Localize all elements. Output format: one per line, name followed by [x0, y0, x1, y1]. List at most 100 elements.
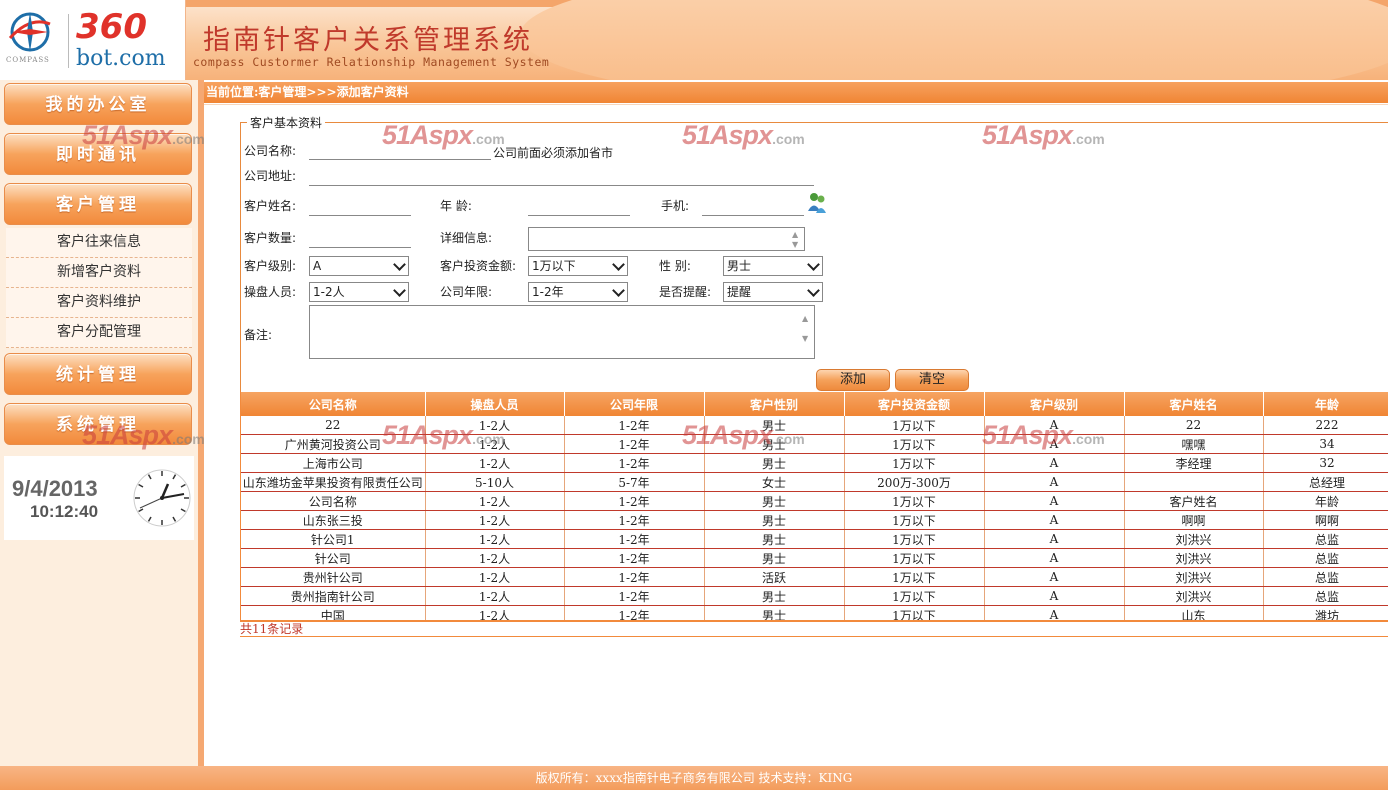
clear-button[interactable]: 清空	[895, 369, 969, 391]
table-body: 22 1-2人 1-2年 男士 1万以下 A 22 222 广州黄河投资公司 1-2人 1-2年 男士…	[241, 416, 1388, 620]
table-row[interactable]: 公司名称 1-2人 1-2年 男士 1万以下 A 客户姓名 年龄	[241, 491, 1388, 511]
table-cell: 1万以下	[844, 567, 985, 587]
table-cell: 1-2人	[425, 567, 565, 587]
column-header: 年龄	[1263, 392, 1388, 416]
column-header: 公司年限	[564, 392, 705, 416]
table-cell: 贵州指南针公司	[241, 586, 426, 606]
table-row[interactable]: 贵州指南针公司 1-2人 1-2年 男士 1万以下 A 刘洪兴 总监	[241, 586, 1388, 606]
table-cell: 1-2人	[425, 510, 565, 530]
remind-select[interactable]: 提醒	[723, 282, 823, 302]
table-row[interactable]: 针公司1 1-2人 1-2年 男士 1万以下 A 刘洪兴 总监	[241, 529, 1388, 549]
customer-submenu: 客户往来信息 新增客户资料 客户资料维护 客户分配管理	[6, 228, 192, 348]
table-row[interactable]: 山东潍坊金苹果投资有限责任公司 5-10人 5-7年 女士 200万-300万 A 总经理	[241, 472, 1388, 492]
column-header: 操盘人员	[425, 392, 565, 416]
logo-domain: bot.com	[76, 46, 166, 71]
table-cell: A	[984, 529, 1125, 549]
table-cell: 女士	[704, 472, 845, 492]
customer-grid: 公司名称 操盘人员 公司年限 客户性别 客户投资金额 客户级别 客户姓名 年龄 22 1-2人 1…	[241, 392, 1388, 620]
table-cell: 男士	[704, 434, 845, 454]
table-cell: 总监	[1263, 529, 1388, 549]
table-cell: A	[984, 472, 1125, 492]
menu-instant-messaging[interactable]: 即时通讯	[4, 133, 192, 175]
table-cell: 1-2人	[425, 491, 565, 511]
table-row[interactable]: 22 1-2人 1-2年 男士 1万以下 A 22 222	[241, 416, 1388, 435]
menu-system[interactable]: 系统管理	[4, 403, 192, 445]
table-cell: 广州黄河投资公司	[241, 434, 426, 454]
remark-label: 备注:	[244, 328, 273, 342]
age-input[interactable]	[528, 199, 630, 216]
table-row[interactable]: 贵州针公司 1-2人 1-2年 活跃 1万以下 A 刘洪兴 总监	[241, 567, 1388, 587]
investment-select-value: 1万以下	[532, 259, 576, 273]
company-name-input[interactable]	[309, 143, 491, 160]
detail-textarea[interactable]: ▲ ▼	[528, 227, 805, 251]
table-cell: 1万以下	[844, 586, 985, 606]
submenu-customer-maintenance[interactable]: 客户资料维护	[6, 288, 192, 318]
customer-count-input[interactable]	[309, 231, 411, 248]
table-cell: 客户姓名	[1124, 491, 1264, 511]
footer: 版权所有：xxxx指南针电子商务有限公司 技术支持：KING	[0, 766, 1388, 790]
sidebar: 我的办公室 即时通讯 客户管理 客户往来信息 新增客户资料 客户资料维护 客户分…	[0, 80, 204, 766]
customer-name-label: 客户姓名:	[244, 199, 297, 213]
table-cell: 上海市公司	[241, 453, 426, 473]
table-cell: 1-2年	[564, 529, 705, 549]
company-address-input[interactable]	[309, 169, 814, 186]
table-cell: A	[984, 567, 1125, 587]
investment-select[interactable]: 1万以下	[528, 256, 628, 276]
clock-date: 9/4/2013	[12, 476, 98, 501]
phone-input[interactable]	[702, 199, 804, 216]
company-name-label: 公司名称:	[244, 144, 297, 158]
compass-logo-icon	[8, 12, 51, 52]
logo: COMPASS 360 bot.com	[0, 0, 186, 80]
submenu-customer-contacts[interactable]: 客户往来信息	[6, 228, 192, 258]
table-row[interactable]: 广州黄河投资公司 1-2人 1-2年 男士 1万以下 A 嘿嘿 34	[241, 434, 1388, 454]
table-cell: 1万以下	[844, 605, 985, 620]
menu-customer-management[interactable]: 客户管理	[4, 183, 192, 225]
menu-my-office[interactable]: 我的办公室	[4, 83, 192, 125]
add-button[interactable]: 添加	[816, 369, 890, 391]
gender-select[interactable]: 男士	[723, 256, 823, 276]
table-row[interactable]: 针公司 1-2人 1-2年 男士 1万以下 A 刘洪兴 总监	[241, 548, 1388, 568]
submenu-add-customer[interactable]: 新增客户资料	[6, 258, 192, 288]
header-curve-decoration	[520, 0, 1388, 80]
level-select[interactable]: A	[309, 256, 409, 276]
record-count: 共11条记录	[240, 622, 304, 636]
table-cell: 男士	[704, 416, 845, 435]
level-select-value: A	[313, 259, 322, 273]
table-cell: 公司名称	[241, 491, 426, 511]
table-row[interactable]: 山东张三投 1-2人 1-2年 男士 1万以下 A 啊啊 啊啊	[241, 510, 1388, 530]
customer-basic-form: 客户基本资料 公司名称: 公司前面必须添加省市 公司地址: 客户姓名: 年 龄:…	[240, 114, 1388, 394]
table-cell: 1万以下	[844, 453, 985, 473]
table-cell: A	[984, 491, 1125, 511]
remark-textarea[interactable]: ▲ ▼	[309, 305, 815, 359]
table-cell: 1万以下	[844, 491, 985, 511]
operator-select[interactable]: 1-2人	[309, 282, 409, 302]
years-select[interactable]: 1-2年	[528, 282, 628, 302]
analog-clock-icon	[133, 469, 191, 527]
submenu-customer-allocation[interactable]: 客户分配管理	[6, 318, 192, 348]
contacts-icon[interactable]	[807, 191, 827, 215]
table-cell: A	[984, 453, 1125, 473]
table-cell: 1-2人	[425, 586, 565, 606]
table-cell: 1-2人	[425, 548, 565, 568]
column-header: 客户性别	[704, 392, 845, 416]
table-cell: 年龄	[1263, 491, 1388, 511]
table-cell: 1-2年	[564, 586, 705, 606]
table-cell: 1-2人	[425, 529, 565, 549]
table-cell: 22	[1124, 416, 1264, 435]
table-cell: 1万以下	[844, 416, 985, 435]
chevron-down-icon	[393, 284, 406, 297]
table-cell: 男士	[704, 548, 845, 568]
menu-statistics[interactable]: 统计管理	[4, 353, 192, 395]
table-cell: 1-2年	[564, 605, 705, 620]
chevron-down-icon	[612, 258, 625, 271]
remark-scroll-arrows[interactable]: ▲ ▼	[802, 314, 812, 344]
table-row[interactable]: 中国 1-2人 1-2年 男士 1万以下 A 山东 潍坊	[241, 605, 1388, 620]
table-row[interactable]: 上海市公司 1-2人 1-2年 男士 1万以下 A 李经理 32	[241, 453, 1388, 473]
table-cell: 刘洪兴	[1124, 567, 1264, 587]
table-cell: 1万以下	[844, 548, 985, 568]
table-cell: 总经理	[1263, 472, 1388, 492]
detail-scroll-arrows[interactable]: ▲ ▼	[792, 230, 802, 250]
table-cell: A	[984, 548, 1125, 568]
table-cell: 活跃	[704, 567, 845, 587]
customer-name-input[interactable]	[309, 199, 411, 216]
